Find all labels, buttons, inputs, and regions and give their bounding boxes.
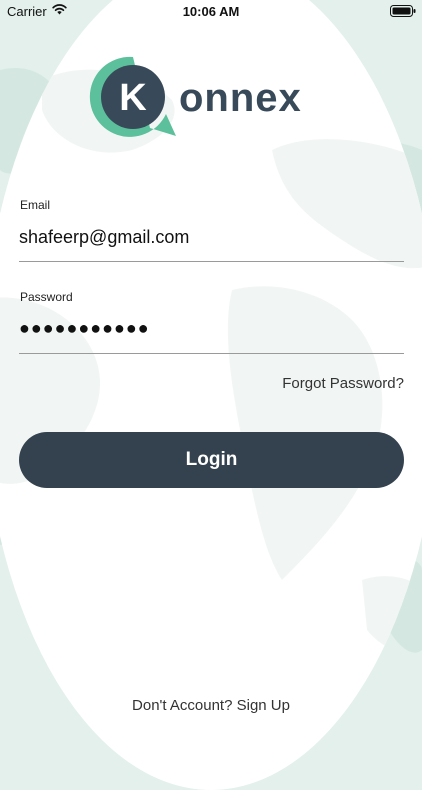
signup-link[interactable]: Don't Account? Sign Up (0, 697, 422, 714)
password-underline (19, 353, 404, 354)
konnex-logo: K onnex (88, 52, 338, 142)
logo-wordmark: onnex (179, 76, 302, 120)
logo-mark-icon: K (89, 56, 176, 137)
forgot-password-link[interactable]: Forgot Password? (282, 375, 404, 392)
password-label: Password (20, 290, 73, 304)
email-underline (19, 261, 404, 262)
password-field[interactable]: ●●●●●●●●●●● (19, 318, 404, 339)
login-button[interactable]: Login (19, 432, 404, 488)
clock: 10:06 AM (182, 4, 240, 19)
email-label: Email (20, 198, 51, 212)
logo-mark-letter: K (119, 77, 147, 119)
email-field[interactable]: shafeerp@gmail.com (19, 227, 404, 248)
status-bar: Carrier 10:06 AM (0, 0, 422, 22)
battery-icon (390, 5, 416, 17)
